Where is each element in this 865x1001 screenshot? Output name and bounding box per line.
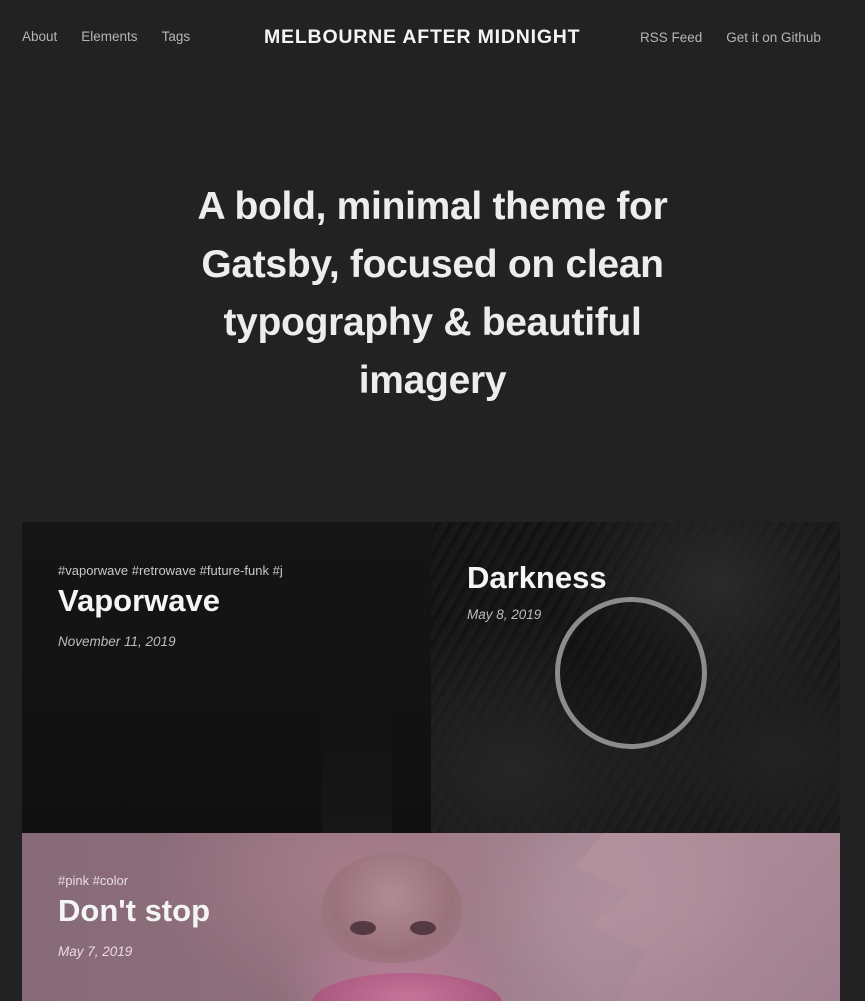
post-title[interactable]: Vaporwave: [58, 583, 407, 619]
hero-section: A bold, minimal theme for Gatsby, focuse…: [150, 178, 715, 410]
post-date: May 7, 2019: [58, 944, 133, 959]
hero-headline: A bold, minimal theme for Gatsby, focuse…: [197, 185, 668, 402]
nav-link-github[interactable]: Get it on Github: [726, 29, 821, 47]
post-card-content: #pink #color Don't stop May 7, 2019: [58, 873, 816, 961]
post-tags[interactable]: #pink #color: [58, 873, 816, 889]
post-date: May 8, 2019: [467, 607, 542, 622]
post-card-content: #vaporwave #retrowave #future-funk #j Va…: [58, 563, 407, 651]
post-grid: #vaporwave #retrowave #future-funk #j Va…: [22, 522, 840, 1001]
post-title[interactable]: Darkness: [467, 560, 816, 596]
post-card-darkness[interactable]: Darkness May 8, 2019: [431, 522, 840, 833]
nav-link-elements[interactable]: Elements: [81, 28, 137, 46]
post-card-vaporwave[interactable]: #vaporwave #retrowave #future-funk #j Va…: [22, 522, 431, 833]
post-tags[interactable]: #vaporwave #retrowave #future-funk #j: [58, 563, 407, 579]
site-title-link[interactable]: MELBOURNE AFTER MIDNIGHT: [264, 25, 604, 49]
nav-link-tags[interactable]: Tags: [162, 28, 191, 46]
card-background-shade: [322, 692, 392, 833]
post-date: November 11, 2019: [58, 634, 176, 649]
post-card-content: Darkness May 8, 2019: [467, 560, 816, 624]
nav-link-rss-feed[interactable]: RSS Feed: [640, 29, 702, 47]
primary-nav: About Elements Tags: [22, 28, 190, 46]
post-title[interactable]: Don't stop: [58, 893, 816, 929]
site-header: About Elements Tags MELBOURNE AFTER MIDN…: [0, 0, 865, 76]
nav-link-about[interactable]: About: [22, 28, 57, 46]
post-card-dont-stop[interactable]: #pink #color Don't stop May 7, 2019: [22, 833, 840, 1001]
secondary-nav: RSS Feed Get it on Github: [640, 29, 821, 47]
